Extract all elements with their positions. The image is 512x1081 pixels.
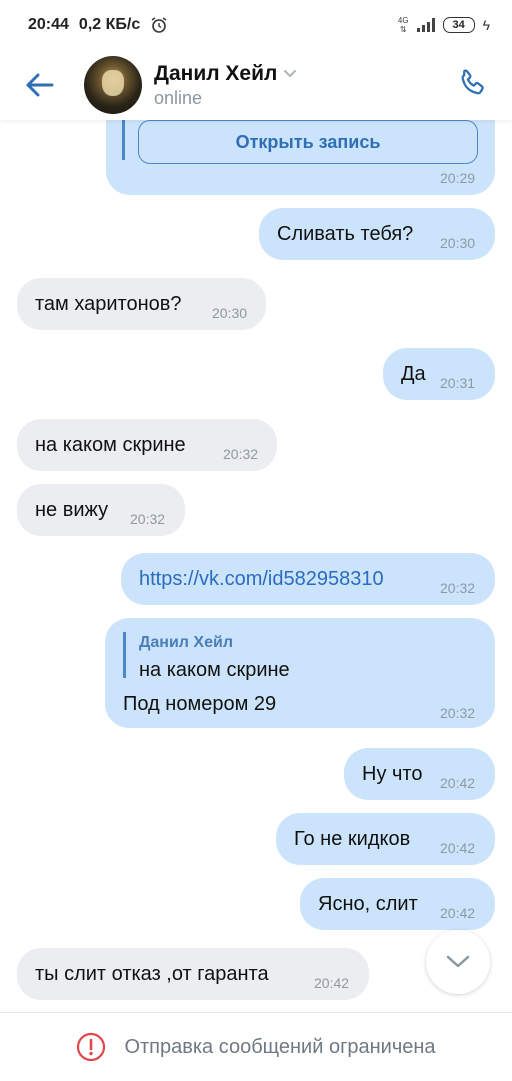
network-activity-icon: ⇅ xyxy=(399,25,407,34)
contact-info[interactable]: Данил Хейл online xyxy=(154,62,297,109)
reply-quote-bar xyxy=(123,632,126,678)
message-text: там харитонов? xyxy=(35,293,182,315)
battery-level: 34 xyxy=(452,19,465,31)
message-time: 20:32 xyxy=(440,580,476,596)
battery-icon: 34 xyxy=(442,17,475,33)
call-button[interactable] xyxy=(452,64,492,104)
message-time: 20:42 xyxy=(440,840,476,856)
message-bubble-outgoing[interactable]: Ясно, слит 20:42 xyxy=(300,878,495,930)
chevron-down-icon xyxy=(446,955,470,968)
presence-status: online xyxy=(154,87,203,108)
phone-icon xyxy=(461,69,484,95)
post-quote-bar xyxy=(122,120,125,160)
message-text: ты слит отказ ,от гаранта xyxy=(35,963,269,985)
message-bubble-incoming[interactable]: ты слит отказ ,от гаранта 20:42 xyxy=(17,948,369,1000)
charging-icon: ϟ xyxy=(482,17,490,33)
message-time: 20:31 xyxy=(440,375,476,391)
message-text: на каком скрине xyxy=(35,434,186,456)
status-bar: 20:44 0,2 КБ/с 4G ⇅ 34 ϟ xyxy=(0,0,512,50)
message-time: 20:32 xyxy=(223,446,259,462)
back-button[interactable] xyxy=(20,65,60,105)
contact-name: Данил Хейл xyxy=(154,61,278,85)
message-text: не вижу xyxy=(35,499,109,521)
open-post-button[interactable]: Открыть запись xyxy=(138,120,478,164)
scroll-down-button[interactable] xyxy=(426,930,490,994)
open-post-label: Открыть запись xyxy=(235,131,381,152)
warning-icon xyxy=(77,1032,106,1062)
message-bubble-incoming[interactable]: не вижу 20:32 xyxy=(17,484,185,536)
back-arrow-icon xyxy=(26,73,54,97)
message-time: 20:42 xyxy=(440,775,476,791)
message-bubble-outgoing[interactable]: https://vk.com/id582958310 20:32 xyxy=(121,553,495,605)
chevron-down-icon xyxy=(284,69,297,77)
message-list[interactable]: Открыть запись 20:29 Сливать тебя? 20:30… xyxy=(0,0,512,1080)
status-network-speed: 0,2 КБ/с xyxy=(78,16,141,33)
signal-strength-icon xyxy=(416,18,435,32)
restriction-message: Отправка сообщений ограничена xyxy=(124,1035,436,1058)
message-time: 20:29 xyxy=(440,170,476,186)
reply-quote-author[interactable]: Данил Хейл xyxy=(139,634,233,652)
network-type: 4G xyxy=(397,16,409,25)
message-bubble-outgoing[interactable]: Го не кидков 20:42 xyxy=(276,813,495,865)
message-bubble-outgoing[interactable]: Данил Хейл на каком скрине Под номером 2… xyxy=(105,618,495,728)
message-bubble-outgoing[interactable]: Сливать тебя? 20:30 xyxy=(259,208,495,260)
message-text: Ясно, слит xyxy=(318,893,418,915)
chat-header: Данил Хейл online xyxy=(0,50,512,120)
message-bubble-incoming[interactable]: на каком скрине 20:32 xyxy=(17,419,277,471)
message-link[interactable]: https://vk.com/id582958310 xyxy=(139,569,384,589)
avatar[interactable] xyxy=(84,56,142,114)
message-text: Сливать тебя? xyxy=(277,223,414,245)
message-time: 20:32 xyxy=(130,511,166,527)
message-time: 20:30 xyxy=(212,305,248,321)
message-time: 20:42 xyxy=(314,975,350,991)
message-bubble-outgoing[interactable]: Да 20:31 xyxy=(383,348,495,400)
message-bubble-outgoing[interactable]: Ну что 20:42 xyxy=(344,748,495,800)
message-text: Ну что xyxy=(362,763,423,785)
message-bubble-incoming[interactable]: там харитонов? 20:30 xyxy=(17,278,266,330)
alarm-icon xyxy=(151,17,167,33)
message-text: Под номером 29 xyxy=(123,693,277,715)
status-time: 20:44 xyxy=(28,16,69,33)
message-text: Го не кидков xyxy=(294,828,411,850)
reply-quote-text: на каком скрине xyxy=(139,659,290,681)
message-time: 20:32 xyxy=(440,705,476,721)
message-time: 20:42 xyxy=(440,905,476,921)
messaging-restricted-bar: Отправка сообщений ограничена xyxy=(0,1012,512,1081)
message-text: Да xyxy=(401,363,426,385)
message-time: 20:30 xyxy=(440,235,476,251)
